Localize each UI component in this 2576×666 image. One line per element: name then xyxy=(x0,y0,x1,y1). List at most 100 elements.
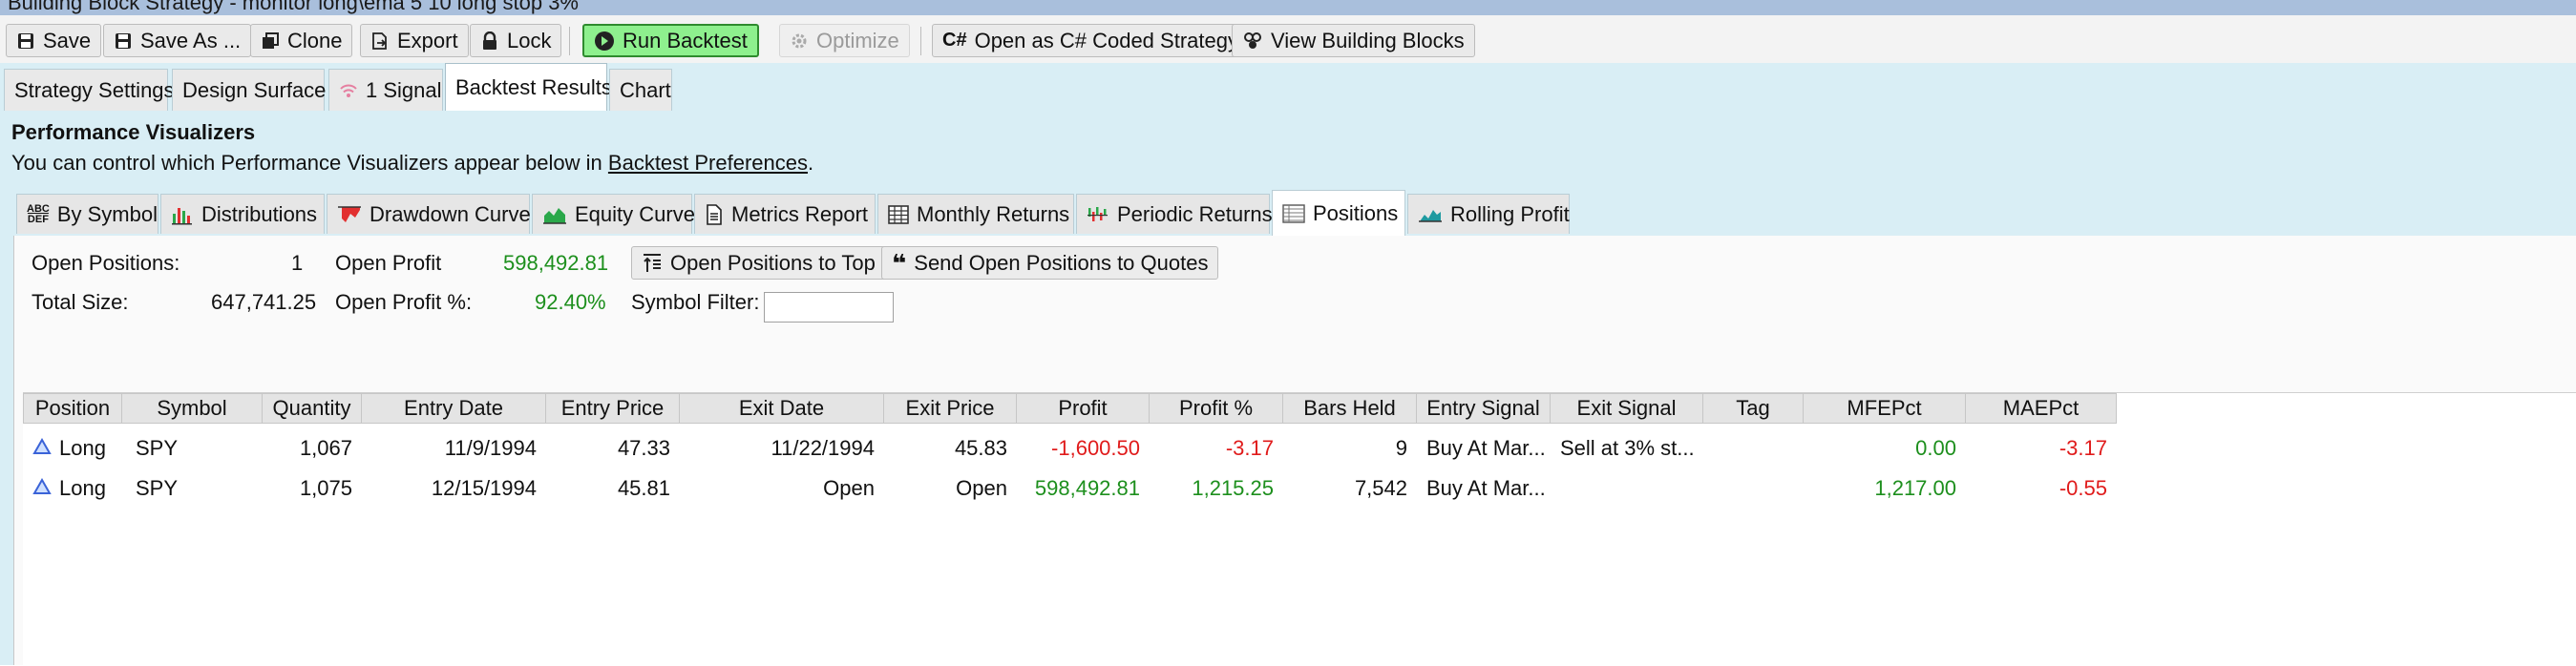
tab-positions[interactable]: Positions xyxy=(1272,190,1405,236)
tab-by-symbol[interactable]: ABC DEF By Symbol xyxy=(16,194,158,234)
play-icon xyxy=(594,31,615,52)
total-size-label: Total Size: xyxy=(32,290,129,314)
column-header-tag[interactable]: Tag xyxy=(1703,393,1804,424)
cell-exit-price: 45.83 xyxy=(954,436,1007,460)
column-header-exit-signal[interactable]: Exit Signal xyxy=(1551,393,1703,424)
wifi-icon xyxy=(339,82,358,99)
column-header-bars-held[interactable]: Bars Held xyxy=(1283,393,1417,424)
cell-position: Long xyxy=(23,429,122,468)
view-building-blocks-button[interactable]: View Building Blocks xyxy=(1232,24,1475,57)
clone-icon xyxy=(261,31,280,51)
cell-bars-held: 9 xyxy=(1395,436,1407,460)
tab-rolling-profit[interactable]: Rolling Profit xyxy=(1407,194,1570,234)
send-open-positions-to-quotes-button[interactable]: ❝ Send Open Positions to Quotes xyxy=(881,246,1219,280)
open-csharp-button[interactable]: C# Open as C# Coded Strategy xyxy=(932,24,1249,57)
open-positions-to-top-button[interactable]: Open Positions to Top xyxy=(631,246,886,280)
long-triangle-icon xyxy=(32,436,52,461)
column-header-profit[interactable]: Profit xyxy=(1017,393,1150,424)
cell-entry-date: 11/9/1994 xyxy=(444,436,537,460)
lock-button[interactable]: Lock xyxy=(470,24,562,57)
drawdown-icon xyxy=(337,204,362,225)
cell-exit-date: 11/22/1994 xyxy=(771,436,875,460)
cell-tag xyxy=(1703,429,1804,468)
cell-profit: -1,600.50 xyxy=(1051,436,1140,460)
cell-entry-price: 45.81 xyxy=(617,476,670,500)
strategy-panel: Strategy Settings Design Surface 1 Signa… xyxy=(0,63,2576,666)
cell-entry-date: 12/15/1994 xyxy=(431,476,537,500)
tab-chart[interactable]: Chart xyxy=(609,69,672,111)
column-header-maepct[interactable]: MAEPct xyxy=(1966,393,2117,424)
blocks-icon xyxy=(1242,31,1263,51)
tab-design-surface[interactable]: Design Surface xyxy=(172,69,326,111)
column-header-entry-price[interactable]: Entry Price xyxy=(546,393,680,424)
cell-maepct: -0.55 xyxy=(2059,476,2107,500)
symbol-filter-label: Symbol Filter: xyxy=(631,290,760,314)
symbol-filter-input[interactable] xyxy=(764,292,894,323)
periodic-bars-icon xyxy=(1087,204,1109,225)
open-positions-value: 1 xyxy=(291,251,304,275)
cell-quantity: 1,075 xyxy=(299,476,352,500)
cell-mfepct: 0.00 xyxy=(1915,436,1956,460)
long-triangle-icon xyxy=(32,476,52,501)
cell-profit-pct: 1,215.25 xyxy=(1192,476,1274,500)
export-icon xyxy=(370,31,390,51)
rolling-profit-icon xyxy=(1418,204,1443,225)
tab-drawdown-curve[interactable]: Drawdown Curve xyxy=(327,194,531,234)
save-as-icon xyxy=(114,31,133,51)
open-profit-label: Open Profit xyxy=(335,251,442,275)
clone-button[interactable]: Clone xyxy=(250,24,353,57)
export-button[interactable]: Export xyxy=(360,24,469,57)
positions-table: Position Symbol Quantity Entry Date Entr… xyxy=(23,392,2576,666)
column-header-exit-date[interactable]: Exit Date xyxy=(680,393,884,424)
window-title: Building Block Strategy - monitor long\e… xyxy=(8,0,579,14)
toolbar-separator xyxy=(920,27,921,55)
performance-visualizers-description: You can control which Performance Visual… xyxy=(11,151,814,175)
cell-exit-price: Open xyxy=(956,476,1007,500)
cell-exit-signal xyxy=(1551,469,1703,508)
gear-icon xyxy=(790,31,809,51)
tab-signal[interactable]: 1 Signal xyxy=(328,69,443,111)
cell-entry-price: 47.33 xyxy=(617,436,670,460)
open-positions-label: Open Positions: xyxy=(32,251,180,275)
save-button[interactable]: Save xyxy=(6,24,102,57)
cell-entry-signal: Buy At Mar... xyxy=(1426,476,1546,500)
column-header-exit-price[interactable]: Exit Price xyxy=(884,393,1017,424)
column-header-profit-pct[interactable]: Profit % xyxy=(1150,393,1283,424)
histogram-icon xyxy=(171,204,194,225)
positions-list-icon xyxy=(1282,203,1305,223)
tab-monthly-returns[interactable]: Monthly Returns xyxy=(877,194,1074,234)
backtest-preferences-link[interactable]: Backtest Preferences xyxy=(608,151,808,175)
document-icon xyxy=(705,203,724,225)
tab-metrics-report[interactable]: Metrics Report xyxy=(694,194,876,234)
optimize-button[interactable]: Optimize xyxy=(779,24,910,57)
tab-periodic-returns[interactable]: Periodic Returns xyxy=(1076,194,1273,234)
open-profit-value: 598,492.81 xyxy=(503,251,609,275)
cell-maepct: -3.17 xyxy=(2059,436,2107,460)
quote-icon: ❝ xyxy=(892,248,907,278)
toolbar: Save Save As ... Clone Export Lock Run B… xyxy=(0,15,2576,64)
column-header-entry-date[interactable]: Entry Date xyxy=(362,393,546,424)
tab-strategy-settings[interactable]: Strategy Settings xyxy=(4,69,175,111)
move-to-top-icon xyxy=(642,253,663,274)
tab-backtest-results[interactable]: Backtest Results xyxy=(445,63,612,111)
tab-distributions[interactable]: Distributions xyxy=(160,194,325,234)
column-header-symbol[interactable]: Symbol xyxy=(122,393,263,424)
cell-profit: 598,492.81 xyxy=(1034,476,1140,500)
table-row[interactable]: Long SPY 1,075 12/15/1994 45.81 Open Ope… xyxy=(23,469,2181,508)
cell-symbol: SPY xyxy=(136,436,179,460)
column-header-position[interactable]: Position xyxy=(23,393,122,424)
table-row[interactable]: Long SPY 1,067 11/9/1994 47.33 11/22/199… xyxy=(23,429,2181,468)
cell-profit-pct: -3.17 xyxy=(1225,436,1274,460)
save-icon xyxy=(16,31,35,51)
run-backtest-button[interactable]: Run Backtest xyxy=(582,24,759,57)
cell-mfepct: 1,217.00 xyxy=(1874,476,1956,500)
save-as-button[interactable]: Save As ... xyxy=(103,24,252,57)
tab-equity-curve[interactable]: Equity Curve xyxy=(532,194,695,234)
column-header-entry-signal[interactable]: Entry Signal xyxy=(1417,393,1551,424)
column-header-quantity[interactable]: Quantity xyxy=(263,393,362,424)
cell-entry-signal: Buy At Mar... xyxy=(1426,436,1546,460)
csharp-icon: C# xyxy=(942,30,967,51)
open-profit-pct-value: 92.40% xyxy=(535,290,606,314)
column-header-mfepct[interactable]: MFEPct xyxy=(1804,393,1966,424)
lock-icon xyxy=(480,31,499,51)
